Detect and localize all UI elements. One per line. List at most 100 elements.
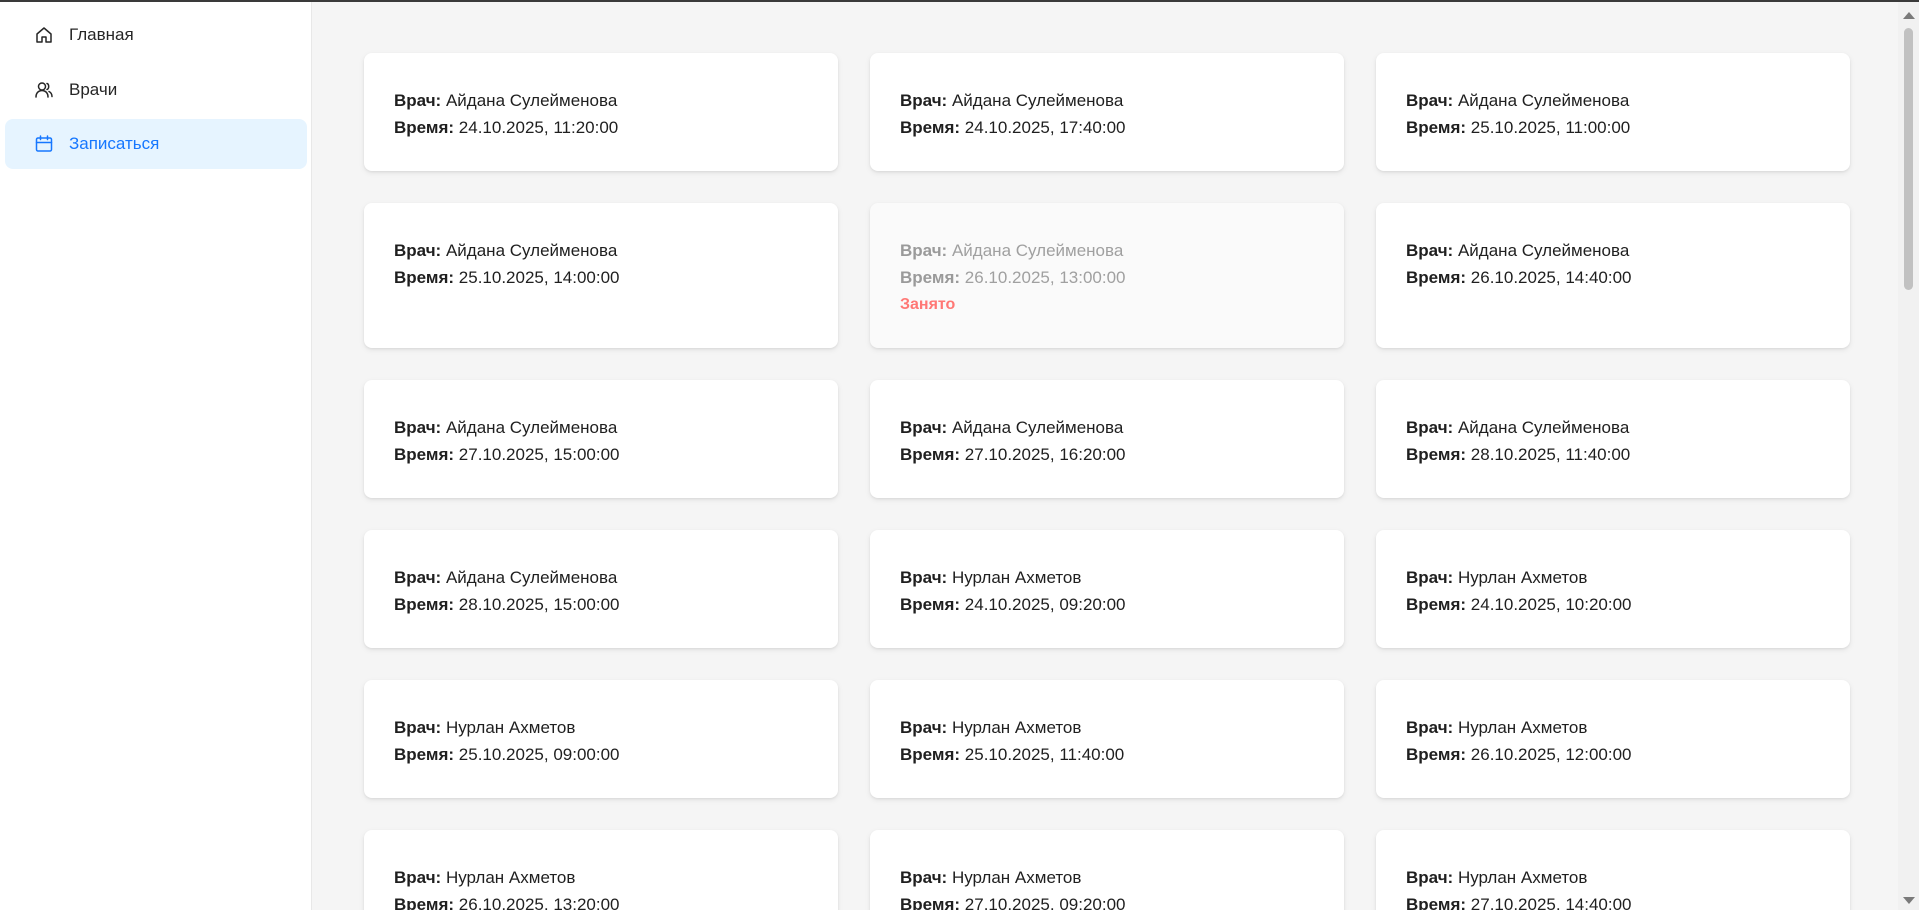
slot-card[interactable]: Врач: Айдана Сулейменова Время: 25.10.202… <box>364 203 838 348</box>
doctor-row: Врач: Айдана Сулейменова <box>394 237 808 264</box>
slot-card[interactable]: Врач: Айдана Сулейменова Время: 27.10.202… <box>364 380 838 498</box>
doctor-label: Врач: <box>1406 241 1454 260</box>
slot-time: 27.10.2025, 16:20:00 <box>964 445 1126 464</box>
slot-card[interactable]: Врач: Айдана Сулейменова Время: 24.10.202… <box>870 53 1344 171</box>
doctor-row: Врач: Айдана Сулейменова <box>394 564 808 591</box>
vertical-scrollbar[interactable] <box>1898 2 1919 910</box>
slot-time: 24.10.2025, 09:20:00 <box>964 595 1126 614</box>
doctor-row: Врач: Айдана Сулейменова <box>394 87 808 114</box>
doctor-name: Айдана Сулейменова <box>445 418 618 437</box>
scroll-thumb[interactable] <box>1904 28 1913 290</box>
slot-card[interactable]: Врач: Нурлан Ахметов Время: 26.10.2025, 1… <box>364 830 838 910</box>
slot-card[interactable]: Врач: Айдана Сулейменова Время: 27.10.202… <box>870 380 1344 498</box>
doctor-name: Айдана Сулейменова <box>951 241 1124 260</box>
doctor-name: Нурлан Ахметов <box>445 868 576 887</box>
slot-time: 24.10.2025, 11:20:00 <box>458 118 619 137</box>
slot-time: 27.10.2025, 09:20:00 <box>964 895 1126 910</box>
calendar-icon <box>34 134 54 154</box>
slot-time: 26.10.2025, 13:00:00 <box>964 268 1126 287</box>
slot-card[interactable]: Врач: Айдана Сулейменова Время: 25.10.202… <box>1376 53 1850 171</box>
time-row: Время: 25.10.2025, 11:00:00 <box>1406 114 1820 141</box>
slot-card[interactable]: Врач: Нурлан Ахметов Время: 24.10.2025, 1… <box>1376 530 1850 648</box>
doctor-name: Айдана Сулейменова <box>1457 241 1630 260</box>
doctor-name: Нурлан Ахметов <box>951 718 1082 737</box>
time-label: Время: <box>900 745 961 764</box>
time-row: Время: 28.10.2025, 11:40:00 <box>1406 441 1820 468</box>
slot-card[interactable]: Врач: Нурлан Ахметов Время: 26.10.2025, 1… <box>1376 680 1850 798</box>
time-row: Время: 28.10.2025, 15:00:00 <box>394 591 808 618</box>
slot-card[interactable]: Врач: Нурлан Ахметов Время: 25.10.2025, 1… <box>870 680 1344 798</box>
doctor-label: Врач: <box>1406 568 1454 587</box>
sidebar-item-label: Врачи <box>69 80 118 99</box>
sidebar: Главная Врачи Записаться <box>0 2 312 910</box>
doctor-name: Нурлан Ахметов <box>445 718 576 737</box>
doctor-row: Врач: Нурлан Ахметов <box>1406 864 1820 891</box>
slot-time: 25.10.2025, 14:00:00 <box>458 268 620 287</box>
doctor-name: Нурлан Ахметов <box>951 868 1082 887</box>
slot-time: 27.10.2025, 15:00:00 <box>458 445 620 464</box>
doctor-label: Врач: <box>900 418 948 437</box>
time-label: Время: <box>394 268 455 287</box>
slot-card[interactable]: Врач: Айдана Сулейменова Время: 26.10.202… <box>1376 203 1850 348</box>
time-label: Время: <box>394 595 455 614</box>
doctor-row: Врач: Нурлан Ахметов <box>394 864 808 891</box>
time-row: Время: 27.10.2025, 16:20:00 <box>900 441 1314 468</box>
time-label: Время: <box>394 895 455 910</box>
slot-card[interactable]: Врач: Нурлан Ахметов Время: 27.10.2025, 1… <box>1376 830 1850 910</box>
doctor-label: Врач: <box>394 418 442 437</box>
time-row: Время: 24.10.2025, 11:20:00 <box>394 114 808 141</box>
slot-time: 26.10.2025, 14:40:00 <box>1470 268 1632 287</box>
time-label: Время: <box>900 445 961 464</box>
scroll-down-arrow-icon[interactable] <box>1903 897 1915 904</box>
time-row: Время: 26.10.2025, 13:00:00 <box>900 264 1314 291</box>
doctor-name: Айдана Сулейменова <box>951 418 1124 437</box>
time-label: Время: <box>1406 895 1467 910</box>
time-row: Время: 26.10.2025, 14:40:00 <box>1406 264 1820 291</box>
doctor-row: Врач: Нурлан Ахметов <box>394 714 808 741</box>
slot-card[interactable]: Врач: Нурлан Ахметов Время: 27.10.2025, 0… <box>870 830 1344 910</box>
doctor-label: Врач: <box>1406 91 1454 110</box>
time-label: Время: <box>1406 595 1467 614</box>
sidebar-item-home[interactable]: Главная <box>5 10 307 60</box>
time-row: Время: 27.10.2025, 14:40:00 <box>1406 891 1820 910</box>
doctor-label: Врач: <box>1406 718 1454 737</box>
doctor-name: Айдана Сулейменова <box>1457 418 1630 437</box>
doctor-row: Врач: Айдана Сулейменова <box>900 237 1314 264</box>
time-label: Время: <box>1406 445 1467 464</box>
doctor-label: Врач: <box>394 868 442 887</box>
busy-status-badge: Занято <box>900 296 956 313</box>
slot-card[interactable]: Врач: Айдана Сулейменова Время: 28.10.202… <box>1376 380 1850 498</box>
sidebar-item-doctors[interactable]: Врачи <box>5 65 307 115</box>
doctor-name: Айдана Сулейменова <box>445 568 618 587</box>
doctor-row: Врач: Айдана Сулейменова <box>394 414 808 441</box>
doctor-name: Нурлан Ахметов <box>1457 568 1588 587</box>
doctor-row: Врач: Айдана Сулейменова <box>1406 87 1820 114</box>
time-row: Время: 24.10.2025, 10:20:00 <box>1406 591 1820 618</box>
sidebar-item-book[interactable]: Записаться <box>5 119 307 169</box>
time-row: Время: 24.10.2025, 09:20:00 <box>900 591 1314 618</box>
doctor-row: Врач: Айдана Сулейменова <box>1406 414 1820 441</box>
time-row: Время: 25.10.2025, 09:00:00 <box>394 741 808 768</box>
scroll-up-arrow-icon[interactable] <box>1903 12 1915 19</box>
doctor-row: Врач: Нурлан Ахметов <box>900 714 1314 741</box>
time-row: Время: 26.10.2025, 13:20:00 <box>394 891 808 910</box>
slot-card[interactable]: Врач: Айдана Сулейменова Время: 28.10.202… <box>364 530 838 648</box>
time-row: Время: 27.10.2025, 15:00:00 <box>394 441 808 468</box>
doctor-row: Врач: Нурлан Ахметов <box>900 564 1314 591</box>
doctor-row: Врач: Нурлан Ахметов <box>1406 564 1820 591</box>
doctor-label: Врач: <box>900 718 948 737</box>
time-row: Время: 25.10.2025, 11:40:00 <box>900 741 1314 768</box>
slot-time: 25.10.2025, 09:00:00 <box>458 745 620 764</box>
slot-time: 28.10.2025, 15:00:00 <box>458 595 620 614</box>
doctors-icon <box>34 80 54 100</box>
slot-time: 24.10.2025, 17:40:00 <box>964 118 1126 137</box>
time-label: Время: <box>1406 118 1467 137</box>
time-label: Время: <box>394 745 455 764</box>
slot-card[interactable]: Врач: Айдана Сулейменова Время: 24.10.202… <box>364 53 838 171</box>
slot-card[interactable]: Врач: Нурлан Ахметов Время: 25.10.2025, 0… <box>364 680 838 798</box>
doctor-label: Врач: <box>900 241 948 260</box>
doctor-name: Айдана Сулейменова <box>445 91 618 110</box>
slot-card[interactable]: Врач: Нурлан Ахметов Время: 24.10.2025, 0… <box>870 530 1344 648</box>
doctor-label: Врач: <box>1406 418 1454 437</box>
slot-grid: Врач: Айдана Сулейменова Время: 24.10.202… <box>364 53 1850 910</box>
